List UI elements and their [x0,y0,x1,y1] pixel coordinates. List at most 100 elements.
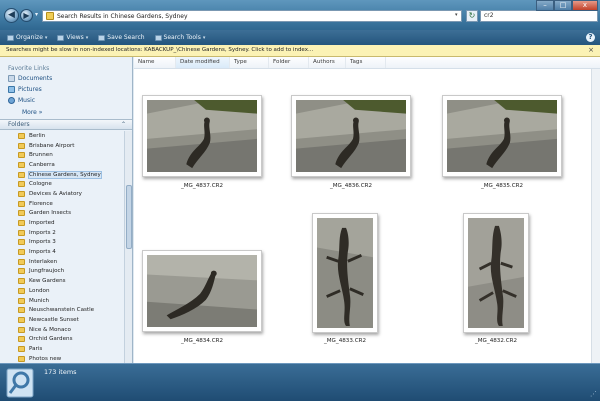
folder-item[interactable]: Nice & Monaco [18,325,120,335]
folder-label: Garden Insects [29,210,72,217]
folder-item[interactable]: Jungfraujoch [18,267,120,277]
details-pane: 173 items ⋰ [0,363,600,401]
folder-icon [18,239,25,246]
folder-icon [18,297,25,304]
results-scrollbar[interactable] [591,69,600,363]
resize-grip-icon[interactable]: ⋰ [590,390,597,398]
favorite-link-music[interactable]: Music [8,97,35,104]
folder-item[interactable]: London [18,286,120,296]
column-header-name[interactable]: Name [134,57,176,68]
lizard-photo [147,255,257,327]
folder-icon [18,287,25,294]
maximize-button[interactable]: □ [554,0,572,11]
organize-button[interactable]: Organize ▾ [4,33,50,42]
folder-item[interactable]: Imports 4 [18,247,120,257]
file-thumbnail[interactable] [442,95,562,177]
chevron-down-icon: ▾ [44,34,48,41]
folder-item[interactable]: Berlin [18,131,120,141]
folder-label: Imports 2 [29,229,56,236]
folder-label: Florence [29,200,53,207]
music-icon [8,97,15,104]
folder-label: Munich [29,297,50,304]
column-header-tags[interactable]: Tags [346,57,386,68]
folder-icon [18,355,25,362]
folder-label: Orchid Gardens [29,336,73,343]
folder-item[interactable]: Imports 3 [18,238,120,248]
folder-item[interactable]: Brisbane Airport [18,141,120,151]
folder-item[interactable]: Munich [18,296,120,306]
views-button[interactable]: Views ▾ [54,33,91,42]
folder-item[interactable]: Canberra [18,160,120,170]
folder-label: London [29,287,50,294]
lizard-photo [447,100,557,172]
favorite-links-heading: Favorite Links [8,65,50,72]
folder-label: Newcastle Sunset [29,316,79,323]
folder-item[interactable]: Newcastle Sunset [18,315,120,325]
file-thumbnail[interactable] [142,95,262,177]
file-thumbnail[interactable] [312,213,378,333]
organize-label: Organize [16,34,43,41]
folder-item[interactable]: Paris [18,344,120,354]
folder-item[interactable]: Garden Insects [18,209,120,219]
close-icon[interactable]: × [588,45,594,56]
pictures-icon [8,86,15,93]
double-chevron-icon: » [38,109,43,116]
file-thumbnail[interactable] [142,250,262,332]
folder-icon [18,307,25,314]
forward-button[interactable]: ▶ [20,9,33,22]
folder-item[interactable]: Photos new [18,354,120,363]
lizard-photo [147,100,257,172]
address-dropdown-icon[interactable]: ▾ [455,12,458,18]
refresh-button[interactable]: ↻ [466,10,478,22]
folder-label: Imports 4 [29,249,56,256]
folder-scrollbar[interactable] [124,131,132,363]
folder-item[interactable]: Neuschwanstein Castle [18,305,120,315]
folder-item[interactable]: Devices & Aviatory [18,189,120,199]
scrollbar-thumb[interactable] [126,185,132,249]
folder-tree: Berlin Brisbane Airport Brunnen Canberra Chi… [18,131,120,363]
more-links-button[interactable]: More » [22,109,42,116]
window-controls: – □ x [536,0,598,11]
folder-label: Interlaken [29,258,58,265]
column-header-type[interactable]: Type [230,57,269,68]
favorite-link-documents[interactable]: Documents [8,75,52,82]
save-search-button[interactable]: Save Search [95,33,147,42]
folder-label: Jungfraujoch [29,268,65,275]
index-info-bar[interactable]: Searches might be slow in non-indexed lo… [0,45,600,57]
favorite-link-label: Pictures [18,86,42,93]
column-header-folder[interactable]: Folder [269,57,309,68]
folder-item[interactable]: Imported [18,218,120,228]
folders-toggle[interactable]: Folders ⌃ [0,119,132,130]
search-input[interactable]: cr2 [480,10,598,22]
favorite-link-pictures[interactable]: Pictures [8,86,42,93]
file-thumbnail[interactable] [291,95,411,177]
results-pane: Name Date modified Type Folder Authors T… [134,57,600,363]
folder-label: Imported [29,220,55,227]
folder-item[interactable]: Orchid Gardens [18,334,120,344]
file-thumbnail[interactable] [463,213,529,333]
folder-icon [18,326,25,333]
folder-label: Canberra [29,161,55,168]
search-tools-button[interactable]: Search Tools ▾ [152,33,209,42]
recent-pages-chevron-icon[interactable]: ▾ [35,11,38,18]
column-header-authors[interactable]: Authors [309,57,346,68]
folder-item[interactable]: Brunnen [18,150,120,160]
address-field[interactable]: Search Results in Chinese Gardens, Sydne… [42,10,462,22]
file-name-label: _MG_4832.CR2 [474,338,518,344]
close-button[interactable]: x [572,0,598,11]
folder-icon [18,210,25,217]
column-header-date-modified[interactable]: Date modified [176,57,230,68]
folder-item[interactable]: Imports 2 [18,228,120,238]
back-button[interactable]: ◀ [4,8,19,23]
help-icon[interactable]: ? [586,33,595,42]
folder-item[interactable]: Florence [18,199,120,209]
item-count: 173 items [44,368,77,376]
folder-item[interactable]: Chinese Gardens, Sydney [18,170,120,180]
minimize-button[interactable]: – [536,0,554,11]
folder-item[interactable]: Kew Gardens [18,276,120,286]
folder-icon [18,200,25,207]
navigation-pane: Favorite Links Documents Pictures Music … [0,57,133,363]
folder-item[interactable]: Interlaken [18,257,120,267]
folder-item[interactable]: Cologne [18,179,120,189]
search-results-icon [6,368,34,398]
